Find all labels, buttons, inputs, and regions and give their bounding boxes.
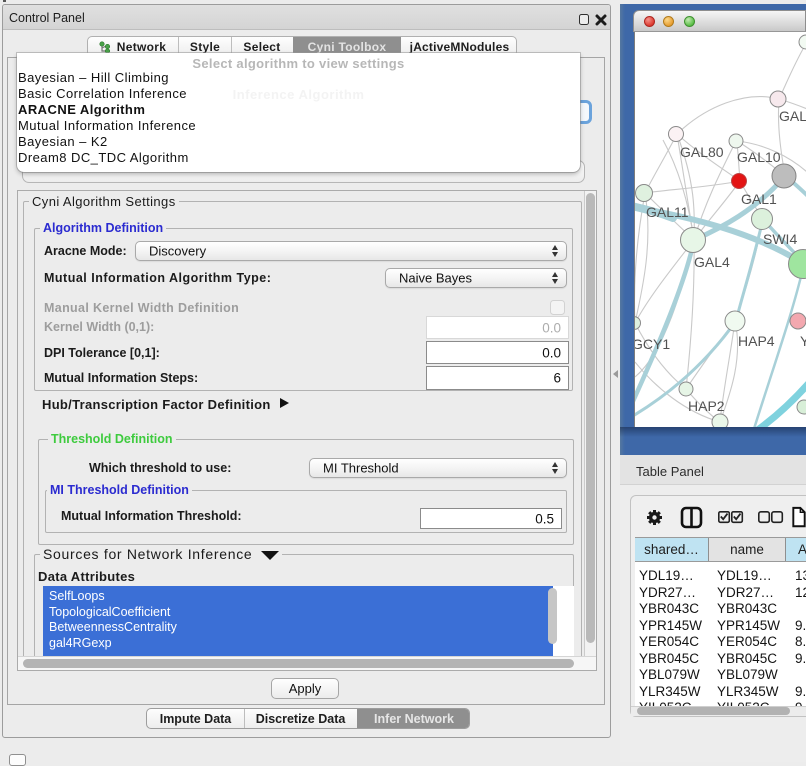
- svg-text:GAL1: GAL1: [741, 191, 777, 207]
- svg-text:GAL11: GAL11: [646, 204, 689, 220]
- svg-text:HAP4: HAP4: [738, 333, 775, 349]
- svg-text:YEL0: YEL0: [800, 333, 806, 349]
- svg-text:GCY1: GCY1: [635, 336, 670, 352]
- svg-text:GAL80: GAL80: [680, 144, 724, 160]
- svg-text:SWI4: SWI4: [763, 231, 797, 247]
- svg-text:HAP2: HAP2: [688, 398, 725, 414]
- svg-text:GAL4: GAL4: [694, 254, 730, 270]
- svg-text:GAL10: GAL10: [737, 149, 781, 165]
- svg-text:GAL2: GAL2: [779, 108, 806, 124]
